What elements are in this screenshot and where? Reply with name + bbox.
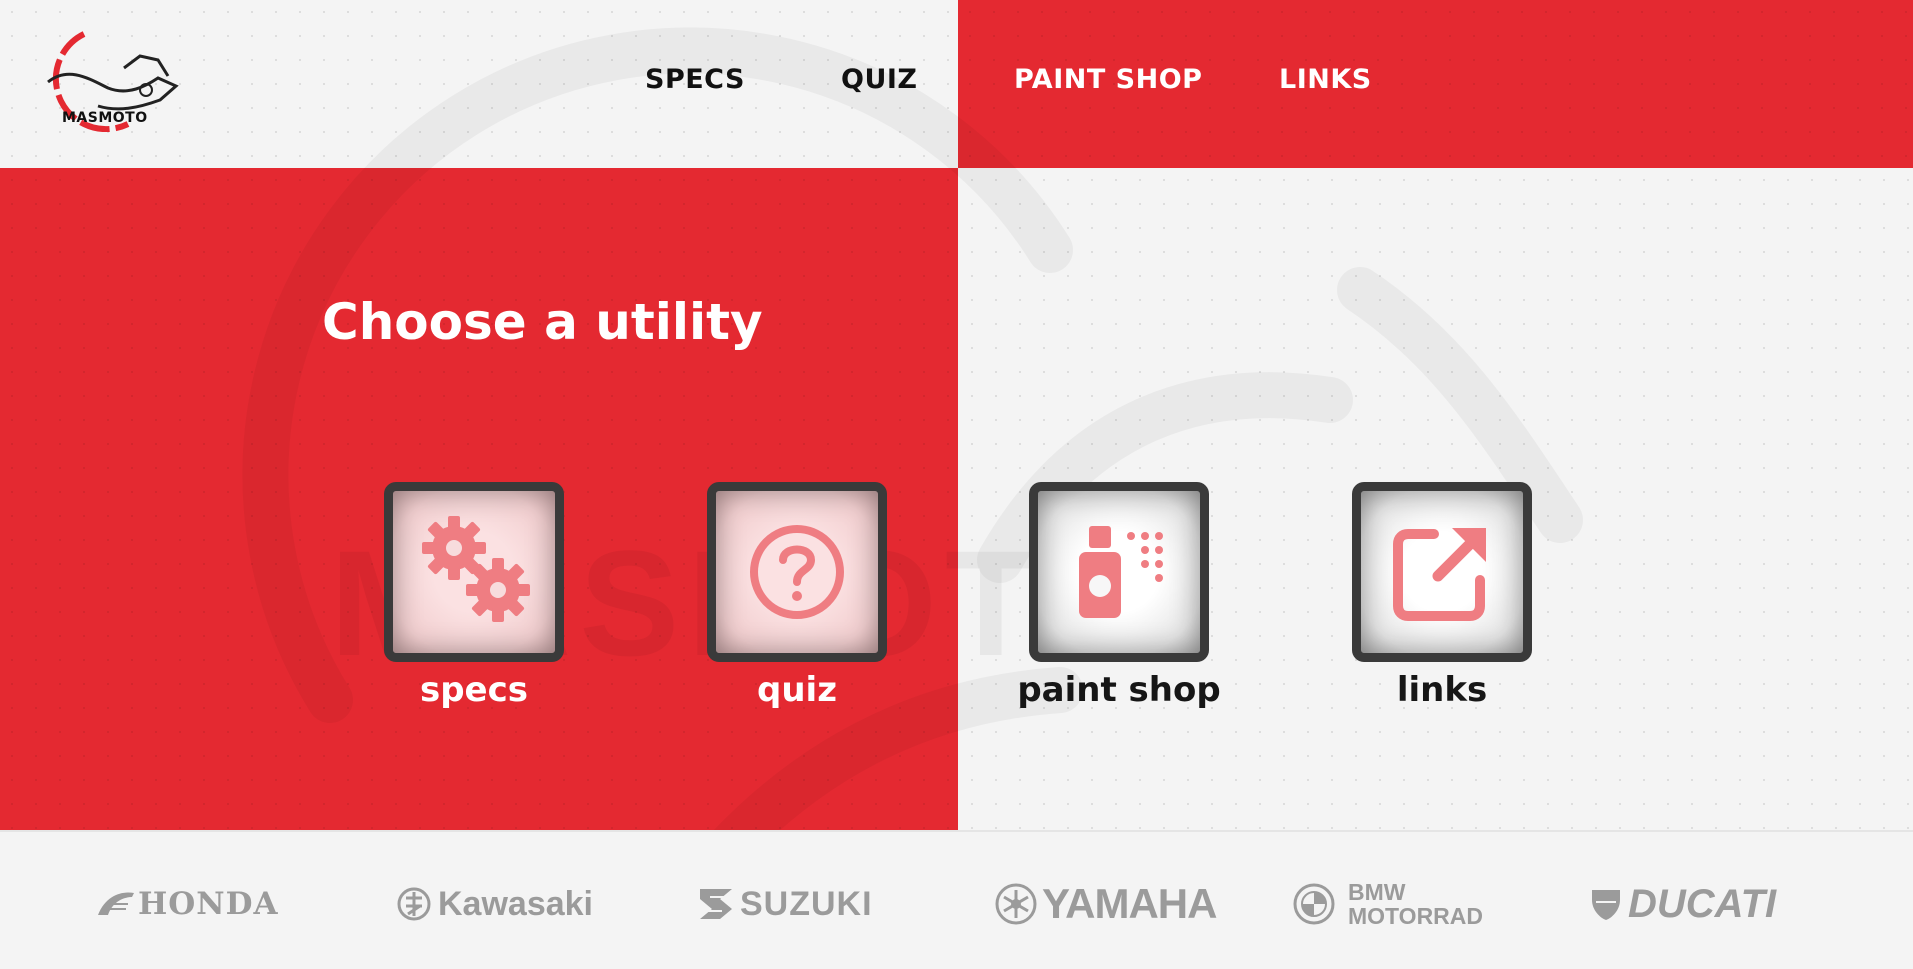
paint-shop-tile[interactable] (1029, 482, 1209, 662)
brand-suzuki[interactable]: SUZUKI (696, 876, 873, 932)
brand-ducati-name: DUCATI (1628, 881, 1777, 926)
quiz-tile[interactable] (707, 482, 887, 662)
brand-bmw-line1: BMW (1348, 879, 1406, 905)
suzuki-s-icon (700, 889, 732, 919)
brand-honda-name: HONDA (138, 886, 279, 922)
yamaha-tuning-fork-icon (995, 883, 1037, 925)
external-link-icon (1393, 528, 1486, 621)
brand-kawasaki[interactable]: Kawasaki (396, 876, 593, 932)
brand-yamaha[interactable]: YAMAHA (994, 876, 1217, 932)
gears-icon (422, 516, 530, 622)
brand-ducati[interactable]: DUCATI (1590, 876, 1776, 932)
specs-tile-label[interactable]: specs (364, 670, 584, 710)
links-tile[interactable] (1352, 482, 1532, 662)
brand-bmw-motorrad[interactable]: BMW MOTORRAD (1292, 876, 1483, 932)
honda-wing-icon (98, 892, 134, 915)
spray-can-icon (1079, 526, 1163, 618)
page-title: Choose a utility (322, 293, 763, 351)
paint-shop-tile-label[interactable]: paint shop (1009, 670, 1229, 710)
specs-tile[interactable] (384, 482, 564, 662)
masmoto-logo[interactable]: MASMOTO (28, 26, 184, 133)
quiz-tile-label[interactable]: quiz (687, 670, 907, 710)
nav-quiz[interactable]: QUIZ (841, 64, 918, 95)
kawasaki-emblem-icon (397, 887, 431, 921)
brand-bmw-line2: MOTORRAD (1348, 903, 1484, 929)
nav-paint-shop[interactable]: PAINT SHOP (1014, 64, 1202, 95)
brand-footer: HONDA Kawasaki SUZUKI YAMAHA BMW MOTORRA… (0, 830, 1913, 969)
links-tile-label[interactable]: links (1332, 670, 1552, 710)
nav-specs[interactable]: SPECS (645, 64, 745, 95)
brand-suzuki-name: SUZUKI (740, 884, 873, 923)
nav-links[interactable]: LINKS (1279, 64, 1372, 95)
logo-text: MASMOTO (62, 110, 148, 126)
question-circle-icon (750, 525, 844, 619)
brand-kawasaki-name: Kawasaki (438, 884, 593, 923)
brand-yamaha-name: YAMAHA (1042, 880, 1217, 927)
bmw-roundel-icon (1293, 883, 1335, 925)
brand-honda[interactable]: HONDA (96, 876, 279, 932)
ducati-shield-icon (1592, 890, 1620, 920)
